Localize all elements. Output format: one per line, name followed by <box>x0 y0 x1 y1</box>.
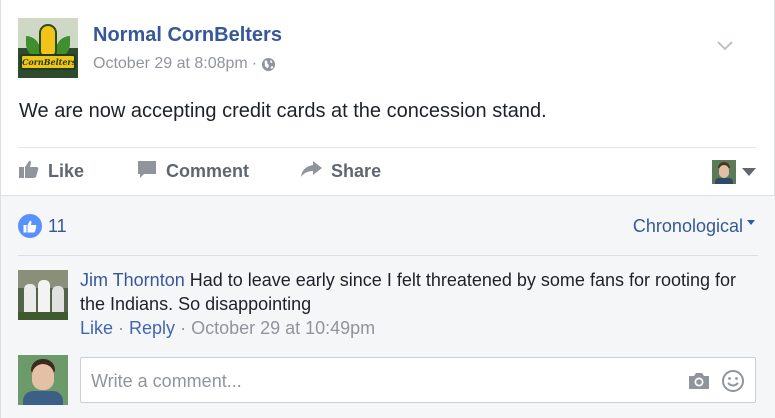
comment-body: Jim Thornton Had to leave early since I … <box>80 268 740 316</box>
post-message: We are now accepting credit cards at the… <box>19 100 547 122</box>
globe-icon <box>261 57 276 72</box>
comment-composer: Write a comment... <box>18 355 758 405</box>
comment-reply-link[interactable]: Reply <box>129 318 175 338</box>
comment-separator: · <box>113 318 130 338</box>
avatar <box>18 355 68 405</box>
comment-author-link[interactable]: Jim Thornton <box>80 270 185 290</box>
comment-as-selector[interactable] <box>712 160 756 184</box>
comment-sort-dropdown[interactable]: Chronological <box>633 216 755 237</box>
post-timestamp[interactable]: October 29 at 8:08pm <box>93 55 248 73</box>
like-label: Like <box>48 160 85 181</box>
like-count: 11 <box>48 215 67 236</box>
post-card: CornBelters Normal CornBelters October 2… <box>0 0 775 418</box>
comment-bubble-icon <box>136 159 166 184</box>
comment-timestamp[interactable]: October 29 at 10:49pm <box>191 318 375 338</box>
comment-button[interactable]: Comment <box>136 159 249 184</box>
post-header: CornBelters Normal CornBelters October 2… <box>18 17 758 78</box>
avatar <box>712 160 736 184</box>
caret-down-icon <box>742 168 756 176</box>
sort-label: Chronological <box>632 216 743 236</box>
post-actions: Like Comment Share <box>18 147 756 194</box>
camera-icon[interactable] <box>687 371 711 396</box>
meta-separator: · <box>251 55 258 72</box>
comment-separator: · <box>175 318 192 338</box>
comments-section: 11 Chronological Jim Thornton Had to lea… <box>1 195 775 418</box>
logo-text: CornBelters <box>20 54 76 70</box>
emoji-icon[interactable] <box>721 369 745 398</box>
commenter-avatar[interactable] <box>18 270 68 320</box>
comment-placeholder: Write a comment... <box>91 371 242 391</box>
share-arrow-icon <box>299 159 331 184</box>
divider <box>18 255 758 256</box>
caret-down-icon <box>747 220 755 225</box>
thumbs-up-icon <box>18 159 48 184</box>
comment-input[interactable]: Write a comment... <box>80 357 756 403</box>
like-reaction-icon <box>18 214 42 238</box>
page-name-link[interactable]: Normal CornBelters <box>93 24 282 47</box>
like-button[interactable]: Like <box>18 159 84 184</box>
share-label: Share <box>331 160 382 181</box>
comment-label: Comment <box>166 160 250 181</box>
page-avatar[interactable]: CornBelters <box>18 18 78 78</box>
comment-actions: Like · Reply · October 29 at 10:49pm <box>80 318 375 339</box>
reactions-summary[interactable]: 11 <box>18 214 67 238</box>
comment-like-link[interactable]: Like <box>80 318 113 338</box>
share-button[interactable]: Share <box>299 159 381 184</box>
chevron-down-icon[interactable] <box>716 39 734 51</box>
post-meta: October 29 at 8:08pm · <box>93 55 276 73</box>
